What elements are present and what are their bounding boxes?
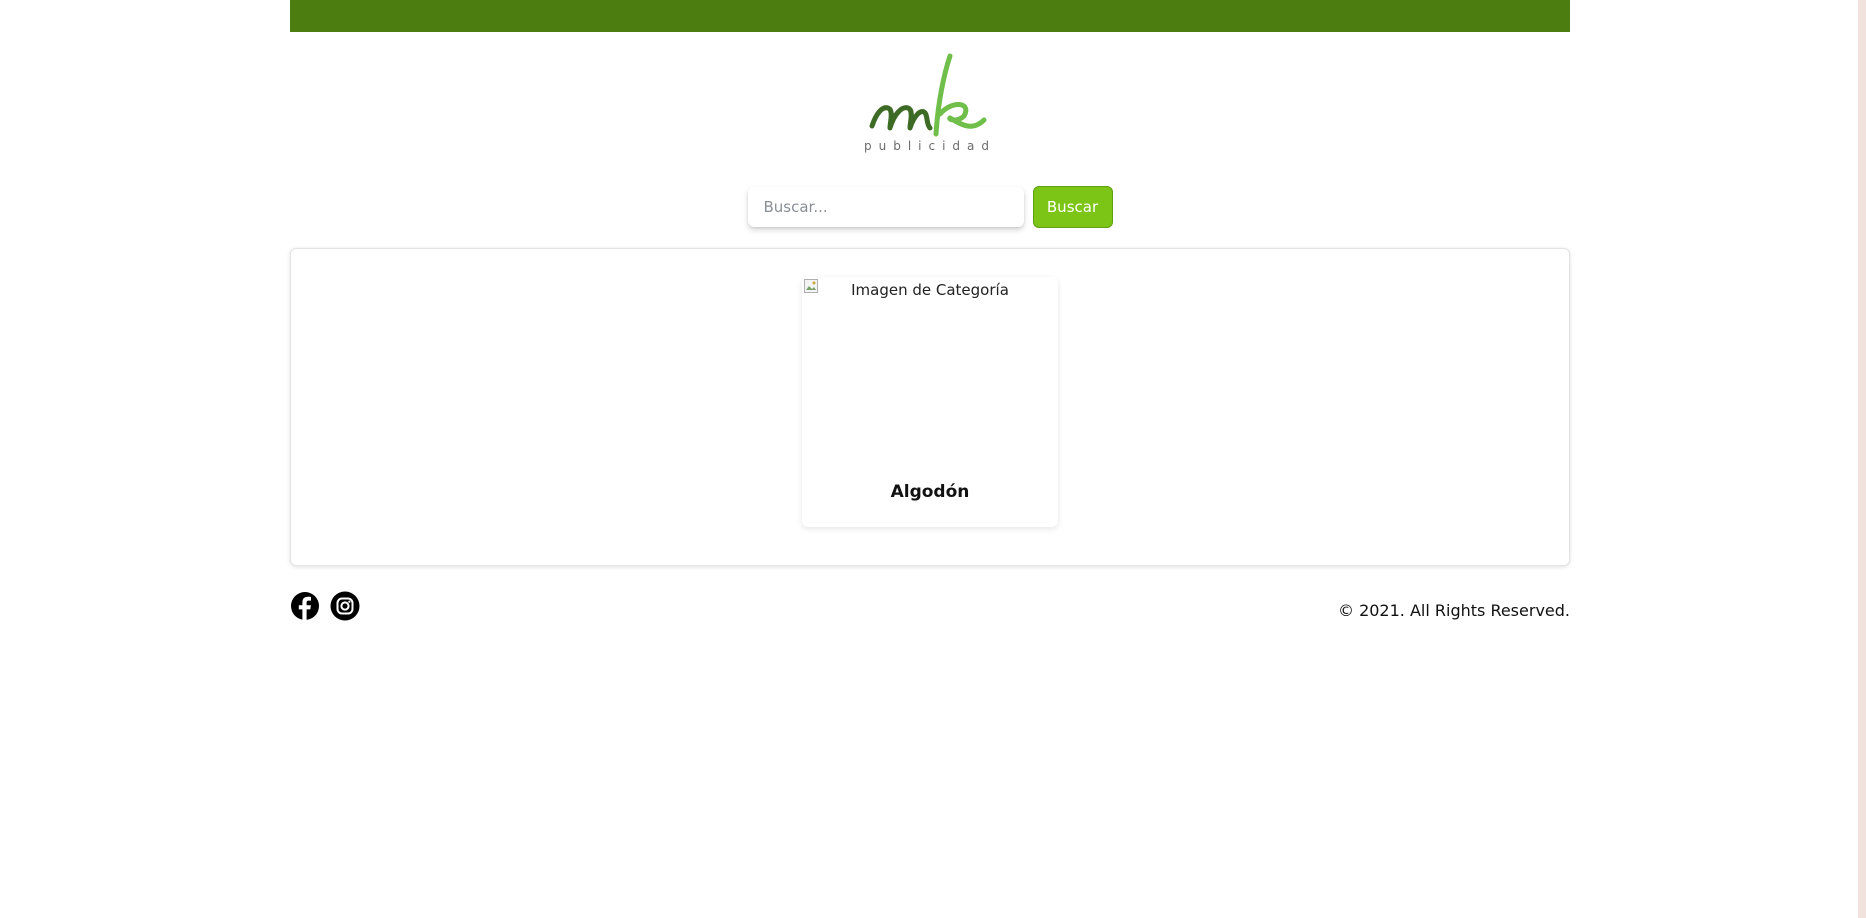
footer: © 2021. All Rights Reserved. [290, 586, 1570, 626]
page: publicidad Buscar Imagen de Categoría Al… [0, 0, 1866, 918]
copyright-text: © 2021. All Rights Reserved. [1337, 600, 1570, 620]
category-image-alt: Imagen de Categoría [851, 281, 1009, 299]
brand-logo: publicidad [864, 53, 996, 153]
logo-m-stroke [869, 105, 933, 131]
facebook-icon [291, 592, 319, 621]
main-container: publicidad Buscar Imagen de Categoría Al… [290, 0, 1570, 626]
search-bar: Buscar [290, 186, 1570, 228]
logo-link[interactable]: publicidad [860, 44, 1000, 158]
facebook-link[interactable] [290, 591, 320, 621]
social-links [290, 591, 360, 621]
logo-k-stroke [933, 53, 987, 137]
instagram-link[interactable] [330, 591, 360, 621]
top-bar [290, 0, 1570, 32]
logo-tagline: publicidad [864, 139, 996, 153]
category-name: Algodón [890, 482, 970, 502]
search-input[interactable] [747, 187, 1024, 227]
instagram-icon [330, 591, 360, 621]
logo-area: publicidad [290, 40, 1570, 162]
category-panel: Imagen de Categoría Algodón [290, 248, 1570, 566]
category-image: Imagen de Categoría [802, 277, 1058, 467]
category-card[interactable]: Imagen de Categoría Algodón [802, 277, 1058, 527]
search-button[interactable]: Buscar [1032, 186, 1113, 228]
window-edge [1858, 0, 1866, 918]
